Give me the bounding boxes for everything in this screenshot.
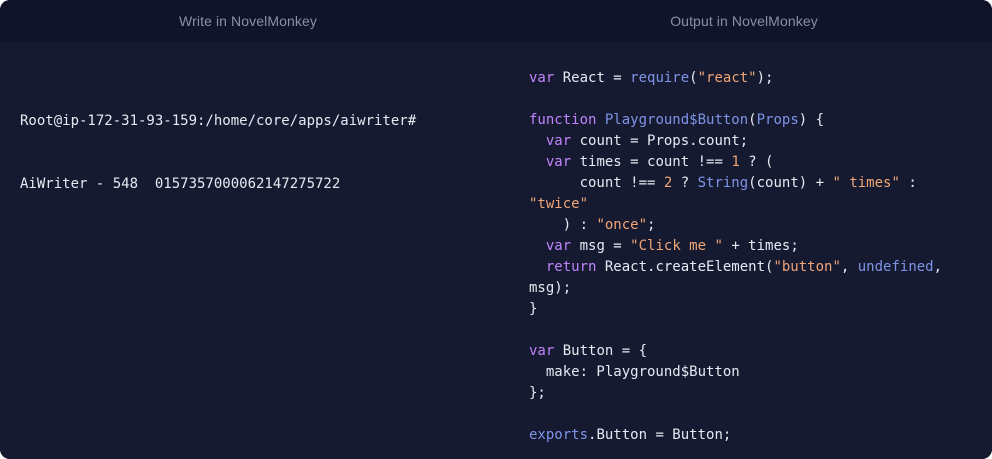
- code-token: Props: [756, 112, 799, 128]
- code-token: String: [697, 175, 749, 191]
- code-token: ) {: [798, 112, 825, 128]
- code-token: React =: [554, 70, 631, 86]
- code-token: .Button = Button;: [588, 427, 732, 443]
- code-token: var: [529, 70, 555, 86]
- code-token: "react": [697, 70, 757, 86]
- code-token: ?: [672, 175, 698, 191]
- code-token: :: [899, 175, 917, 191]
- code-line: }: [529, 299, 942, 320]
- code-line: return React.createElement("button", und…: [529, 257, 942, 278]
- code-line: var times = count !== 1 ? (: [529, 152, 942, 173]
- code-token: var: [529, 343, 555, 359]
- code-line: make: Playground$Button: [529, 362, 942, 383]
- code-token: ,: [933, 259, 943, 275]
- terminal-area[interactable]: Root@ip-172-31-93-159:/home/core/apps/ai…: [0, 42, 496, 459]
- code-token: (: [689, 70, 698, 86]
- code-token: (: [748, 112, 757, 128]
- code-line: msg);: [529, 278, 942, 299]
- code-token: );: [756, 70, 774, 86]
- code-line: var msg = "Click me " + times;: [529, 236, 942, 257]
- code-token: Button = {: [554, 343, 648, 359]
- code-block: var React = require("react"); function Pl…: [529, 68, 942, 446]
- write-pane: Write in NovelMonkey Root@ip-172-31-93-1…: [0, 0, 496, 459]
- output-pane: Output in NovelMonkey var React = requir…: [496, 0, 992, 459]
- code-token: };: [529, 385, 546, 401]
- code-token: var: [545, 238, 572, 254]
- terminal-output: Root@ip-172-31-93-159:/home/core/apps/ai…: [20, 69, 416, 237]
- code-token: ? (: [739, 154, 774, 170]
- code-token: return: [545, 259, 597, 275]
- code-token: var: [545, 154, 572, 170]
- code-token: + times;: [722, 238, 799, 254]
- code-token: require: [630, 70, 690, 86]
- code-token: var: [545, 133, 572, 149]
- output-pane-title: Output in NovelMonkey: [496, 0, 992, 42]
- code-token: (count) +: [748, 175, 833, 191]
- code-token: count !==: [529, 175, 664, 191]
- write-pane-title: Write in NovelMonkey: [0, 0, 496, 42]
- code-line: ) : "once";: [529, 215, 942, 236]
- code-line: count !== 2 ? String(count) + " times" :: [529, 173, 942, 194]
- code-token: ;: [647, 217, 656, 233]
- code-token: count = Props.count;: [571, 133, 749, 149]
- code-token: "Click me ": [630, 238, 723, 254]
- code-line: };: [529, 383, 942, 404]
- code-token: undefined: [857, 259, 934, 275]
- code-token: "once": [596, 217, 648, 233]
- code-token: msg =: [571, 238, 631, 254]
- code-token: React.createElement(: [596, 259, 774, 275]
- code-token: times = count !==: [571, 154, 732, 170]
- code-line: var count = Props.count;: [529, 131, 942, 152]
- code-line: exports.Button = Button;: [529, 425, 942, 446]
- comparison-panel: Write in NovelMonkey Root@ip-172-31-93-1…: [0, 0, 992, 459]
- terminal-line-result: AiWriter - 548 0157357000062147275722: [20, 176, 341, 192]
- code-token: msg);: [529, 280, 572, 296]
- code-token: 1: [731, 154, 740, 170]
- code-token: ) :: [529, 217, 597, 233]
- code-token: function: [529, 112, 597, 128]
- code-output-area: var React = require("react"); function Pl…: [496, 42, 992, 459]
- code-line: "twice": [529, 194, 942, 215]
- code-token: "twice": [529, 196, 589, 212]
- terminal-line-prompt: Root@ip-172-31-93-159:/home/core/apps/ai…: [20, 113, 417, 129]
- code-token: }: [529, 301, 538, 317]
- code-token: "button": [773, 259, 841, 275]
- code-line: function Playground$Button(Props) {: [529, 110, 942, 131]
- code-token: make: Playground$Button: [529, 364, 740, 380]
- code-line: var React = require("react");: [529, 68, 942, 89]
- code-token: " times": [832, 175, 900, 191]
- code-line: var Button = {: [529, 341, 942, 362]
- code-token: ,: [840, 259, 858, 275]
- code-token: exports: [529, 427, 589, 443]
- code-token: Playground$Button: [604, 112, 749, 128]
